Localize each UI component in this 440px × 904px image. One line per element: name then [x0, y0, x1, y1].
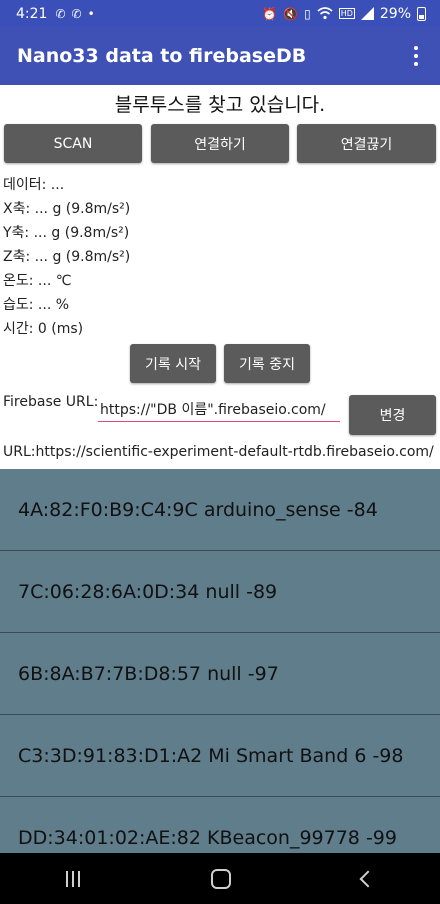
firebase-url-label: Firebase URL:: [3, 394, 99, 410]
bluetooth-status-message: 블루투스를 찾고 있습니다.: [114, 94, 326, 116]
y-axis-reading: Y축: ... g (9.8m/s²): [3, 225, 130, 241]
data-reading: 데이터: ...: [3, 177, 65, 193]
x-axis-reading: X축: ... g (9.8m/s²): [3, 201, 131, 217]
current-url-text: URL:https://scientific-experiment-defaul…: [3, 444, 434, 460]
record-stop-button[interactable]: 기록 중지: [224, 344, 310, 383]
alarm-icon: ⏰: [262, 6, 278, 21]
temperature-reading: 온도: ... ℃: [3, 273, 72, 289]
wifi-icon: [317, 7, 333, 20]
device-list-item[interactable]: 7C:06:28:6A:0D:34 null -89: [0, 551, 440, 633]
signal-icon: [360, 7, 374, 20]
firebase-url-input[interactable]: [98, 396, 340, 422]
mute-icon: 🔇: [283, 6, 299, 21]
battery-percent: 29%: [379, 5, 411, 22]
change-url-button[interactable]: 변경: [349, 395, 436, 435]
home-icon[interactable]: [210, 868, 231, 889]
device-list-item[interactable]: 6B:8A:B7:7B:D8:57 null -97: [0, 633, 440, 715]
connect-button[interactable]: 연결하기: [151, 124, 289, 163]
device-list-item[interactable]: C3:3D:91:83:D1:A2 Mi Smart Band 6 -98: [0, 715, 440, 797]
recent-apps-icon[interactable]: [65, 870, 80, 887]
dot-icon: •: [87, 6, 95, 21]
overflow-menu-icon[interactable]: [404, 41, 428, 71]
phone-missed-icon: ✆: [55, 6, 66, 21]
device-list-item[interactable]: DD:34:01:02:AE:82 KBeacon_99778 -99: [0, 797, 440, 853]
status-left-icons: ✆ ✆ •: [55, 7, 94, 21]
phone-missed-icon: ✆: [71, 6, 82, 21]
status-bar: 4:21 ✆ ✆ • ⏰ 🔇 ▯ HD 29%: [0, 0, 440, 27]
no-sim-icon: ▯: [304, 6, 311, 21]
record-start-button[interactable]: 기록 시작: [130, 344, 216, 383]
device-list-item[interactable]: 4A:82:F0:B9:C4:9C arduino_sense -84: [0, 469, 440, 551]
navigation-bar: [0, 853, 440, 904]
time-reading: 시간: 0 (ms): [3, 321, 84, 337]
device-list[interactable]: 4A:82:F0:B9:C4:9C arduino_sense -84 7C:0…: [0, 469, 440, 853]
status-right-icons: ⏰ 🔇 ▯ HD 29%: [262, 6, 426, 22]
app-bar: Nano33 data to firebaseDB: [0, 27, 440, 85]
back-icon[interactable]: [359, 870, 377, 887]
humidity-reading: 습도: ... %: [3, 297, 70, 313]
z-axis-reading: Z축: ... g (9.8m/s²): [3, 249, 131, 265]
volte-icon: HD: [338, 8, 355, 19]
battery-icon: [417, 6, 426, 21]
scan-button[interactable]: SCAN: [4, 124, 142, 163]
disconnect-button[interactable]: 연결끊기: [297, 124, 436, 163]
status-time: 4:21: [16, 5, 48, 22]
app-title: Nano33 data to firebaseDB: [17, 45, 307, 67]
